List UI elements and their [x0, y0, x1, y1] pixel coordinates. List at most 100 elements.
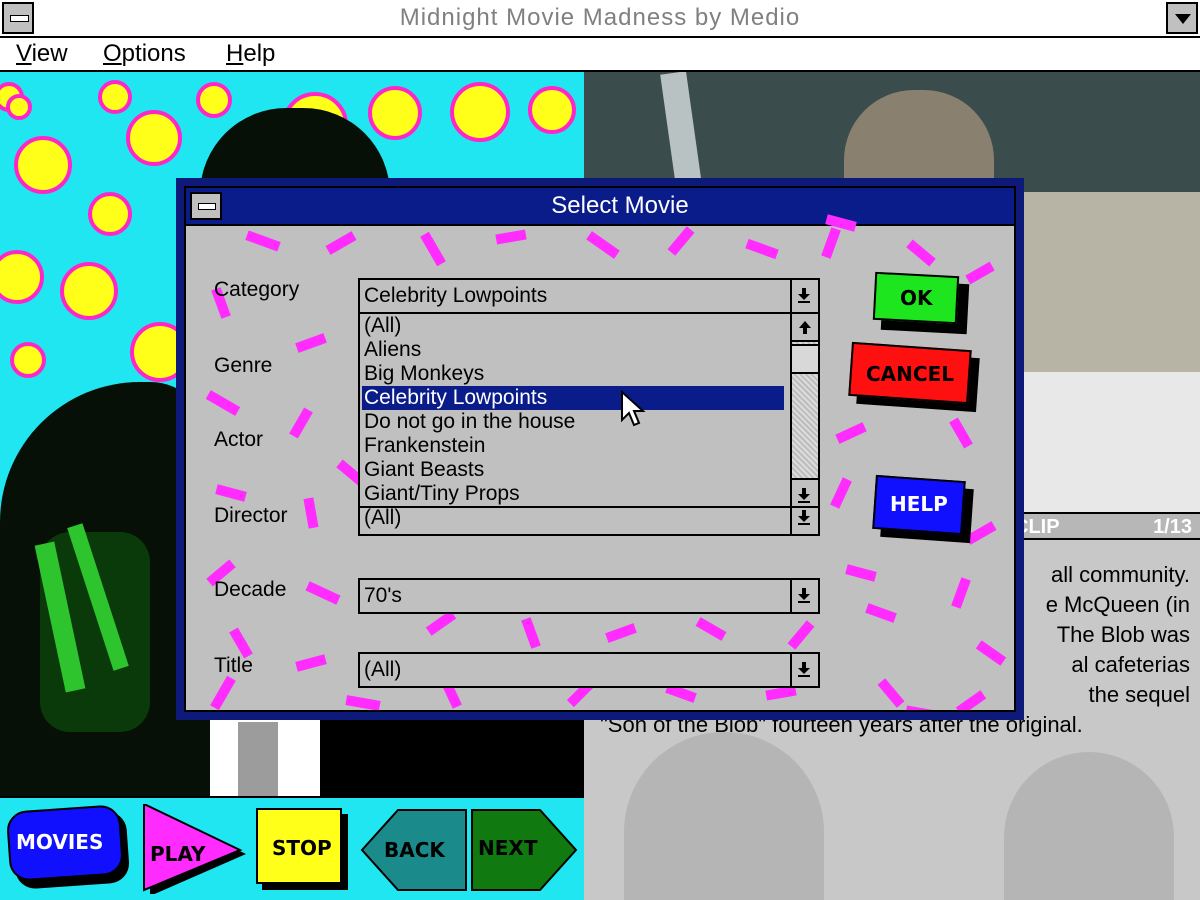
system-menu-icon: [10, 15, 29, 22]
bottom-face: [1004, 752, 1174, 900]
confetti-piece: [949, 417, 973, 449]
polka-dot: [14, 136, 72, 194]
confetti-piece: [521, 617, 541, 649]
title-bar: Midnight Movie Madness by Medio: [0, 0, 1200, 38]
stop-button-label: STOP: [272, 836, 332, 860]
category-dropdown-arrow[interactable]: [790, 280, 818, 312]
dialog-body: Select Movie Category Genre Actor Direct…: [184, 186, 1016, 712]
confetti-piece: [215, 484, 247, 502]
title-dropdown-arrow[interactable]: [790, 654, 818, 686]
cancel-button[interactable]: CANCEL: [848, 341, 980, 413]
confetti-piece: [420, 231, 446, 267]
category-dropdown[interactable]: Celebrity Lowpoints: [358, 278, 820, 314]
dialog-system-menu-button[interactable]: [190, 192, 222, 220]
confetti-piece: [305, 581, 341, 605]
ok-button-label: OK: [900, 286, 933, 310]
scroll-up-button[interactable]: [792, 314, 818, 342]
confetti-piece: [295, 333, 327, 353]
decade-label: Decade: [214, 578, 286, 602]
confetti-piece: [845, 564, 877, 582]
category-option[interactable]: Do not go in the house: [364, 410, 784, 434]
minimize-button[interactable]: [1166, 2, 1198, 34]
play-button[interactable]: PLAY: [140, 804, 252, 894]
stop-button[interactable]: STOP: [256, 808, 350, 890]
polka-dot: [98, 80, 132, 114]
category-option[interactable]: Aliens: [364, 338, 784, 362]
select-movie-dialog: Select Movie Category Genre Actor Direct…: [176, 178, 1024, 720]
polka-dot: [6, 94, 32, 120]
director-value: (All): [364, 506, 402, 529]
title-dropdown[interactable]: (All): [358, 652, 820, 688]
shirt-shadow: [238, 722, 278, 796]
actor-label: Actor: [214, 428, 263, 452]
confetti-piece: [877, 678, 905, 708]
category-label-text: Category: [214, 278, 300, 301]
help-button-label: HELP: [890, 492, 948, 516]
polka-dot: [0, 250, 44, 304]
confetti-piece: [745, 238, 779, 260]
dropdown-arrow-icon: [798, 510, 810, 525]
menu-view[interactable]: View: [16, 40, 68, 68]
category-value: Celebrity Lowpoints: [364, 284, 548, 307]
next-button[interactable]: NEXT: [470, 808, 580, 892]
actor-label-text: Actor: [214, 428, 264, 451]
genre-label: Genre: [214, 354, 272, 378]
polka-dot: [10, 342, 46, 378]
category-option[interactable]: Giant Beasts: [364, 458, 784, 482]
scroll-down-button[interactable]: [792, 478, 818, 506]
list-scrollbar[interactable]: [790, 314, 818, 506]
movies-button-label: MOVIES: [16, 830, 104, 854]
category-option[interactable]: Big Monkeys: [364, 362, 784, 386]
title-label-text: Title: [214, 654, 253, 677]
confetti-piece: [205, 390, 241, 416]
menu-options[interactable]: Options: [103, 40, 186, 68]
category-option[interactable]: (All): [364, 314, 784, 338]
polka-dot: [196, 82, 232, 118]
confetti-piece: [245, 230, 281, 252]
decade-dropdown-arrow[interactable]: [790, 580, 818, 612]
confetti-piece: [865, 603, 897, 623]
genre-label-text: Genre: [214, 354, 273, 377]
confetti-piece: [325, 231, 357, 255]
decade-label-text: Decade: [214, 578, 287, 601]
system-menu-button[interactable]: [2, 2, 34, 34]
director-label: Director: [214, 504, 288, 528]
title-value: (All): [364, 658, 402, 681]
window-title: Midnight Movie Madness by Medio: [399, 4, 801, 31]
confetti-piece: [905, 705, 937, 710]
dropdown-arrow-icon: [798, 588, 810, 603]
menu-help[interactable]: Help: [226, 40, 275, 68]
scroll-up-arrow-icon: [799, 321, 811, 334]
ok-button[interactable]: OK: [872, 271, 970, 335]
confetti-piece: [295, 654, 327, 672]
director-label-text: Director: [214, 504, 288, 527]
category-label: Category: [214, 278, 299, 302]
category-option[interactable]: Frankenstein: [364, 434, 784, 458]
video-desk: [1024, 372, 1200, 512]
back-button[interactable]: BACK: [358, 808, 468, 892]
dialog-system-menu-icon: [198, 203, 216, 210]
polka-dot: [450, 82, 510, 142]
control-toolbar: MOVIES PLAY STOP BACK NEXT: [0, 796, 584, 900]
confetti-piece: [345, 695, 381, 710]
polka-dot: [88, 192, 132, 236]
category-option[interactable]: Giant/Tiny Props: [364, 482, 784, 506]
dropdown-arrow-icon: [798, 662, 810, 677]
dialog-title: Select Movie: [551, 192, 689, 219]
confetti-piece: [303, 497, 319, 529]
mouse-pointer-icon: [621, 390, 646, 427]
dropdown-arrow-icon: [798, 288, 810, 303]
menu-bar: View Options Help: [0, 38, 1200, 72]
confetti-piece: [495, 229, 527, 245]
help-button[interactable]: HELP: [872, 474, 974, 544]
category-option-selected[interactable]: Celebrity Lowpoints: [362, 386, 784, 410]
decade-value: 70's: [364, 584, 402, 607]
polka-dot: [60, 262, 118, 320]
movies-button[interactable]: MOVIES: [5, 804, 131, 890]
category-dropdown-list[interactable]: (All) Aliens Big Monkeys Celebrity Lowpo…: [358, 312, 820, 508]
scroll-thumb[interactable]: [792, 344, 818, 374]
confetti-piece: [821, 227, 841, 259]
confetti-piece: [787, 620, 815, 650]
back-button-label: BACK: [384, 838, 445, 862]
decade-dropdown[interactable]: 70's: [358, 578, 820, 614]
